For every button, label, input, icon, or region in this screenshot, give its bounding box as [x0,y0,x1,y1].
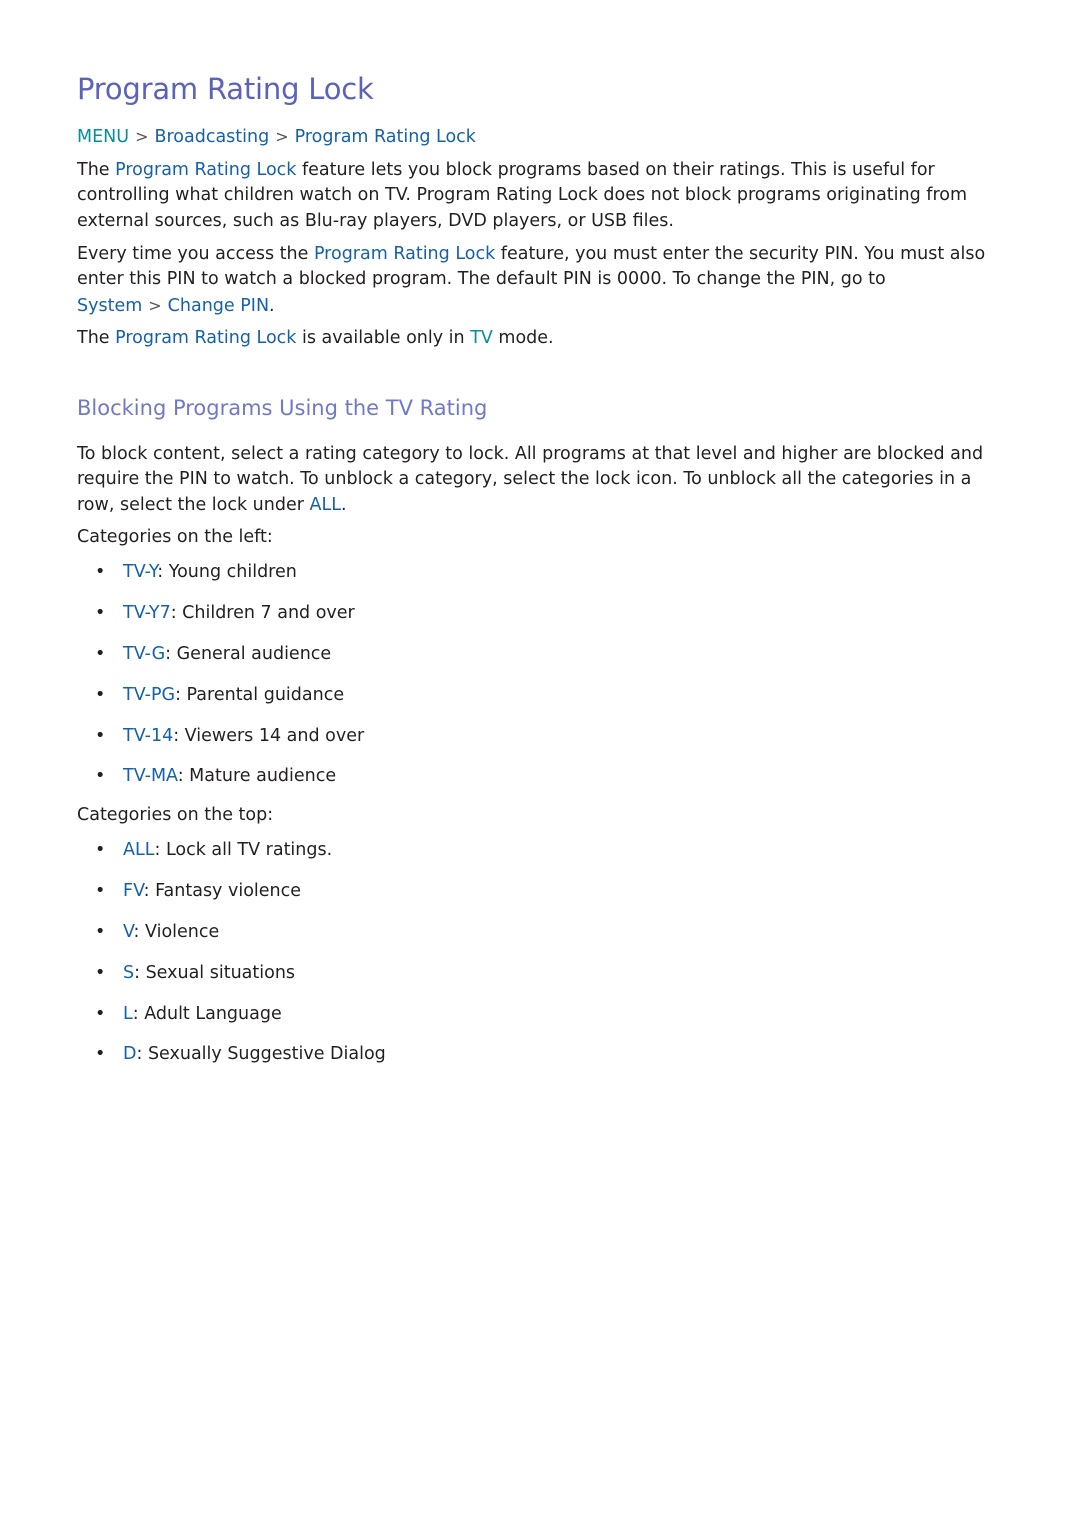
section-heading: Blocking Programs Using the TV Rating [77,396,488,420]
chevron-right-icon: > [148,295,162,315]
bullet-icon: • [95,962,106,983]
top-categories-list: • ALL: Lock all TV ratings. • FV: Fantasy v… [77,839,386,1084]
text: The [77,328,116,348]
list-item: • ALL: Lock all TV ratings. [77,839,386,880]
list-item: • D: Sexually Suggestive Dialog [77,1043,386,1084]
list-item: • L: Adult Language [77,1003,386,1044]
bullet-icon: • [95,643,106,664]
rating-code: TV-Y7 [123,602,171,623]
text: mode. [492,328,554,348]
bullet-icon: • [95,921,106,942]
rating-code: TV-14 [123,725,174,746]
tv-link[interactable]: TV [470,328,493,348]
change-pin-link[interactable]: Change PIN [168,296,269,316]
intro-paragraph-2: Every time you access the Program Rating… [77,242,1007,319]
chevron-right-icon: > [275,127,289,146]
bullet-icon: • [95,1003,106,1024]
bullet-icon: • [95,562,106,582]
top-categories-label: Categories on the top: [77,805,274,825]
intro-paragraph-1: The Program Rating Lock feature lets you… [77,158,1007,234]
rating-code: TV-G [123,643,166,664]
bullet-icon: • [95,684,106,705]
rating-code: D [123,1044,137,1065]
text: To block content, select a rating catego… [77,444,984,515]
list-item: • TV-14: Viewers 14 and over [77,725,364,766]
bullet-icon: • [95,1044,106,1065]
rating-code: FV [123,880,144,901]
rating-description: : Sexual situations [134,962,296,983]
text: . [269,295,275,316]
rating-description: : Parental guidance [175,684,345,705]
text: is available only in [296,328,471,348]
list-item: • TV-Y: Young children [77,561,364,602]
rating-description: : Children 7 and over [170,602,355,623]
bullet-icon: • [95,602,106,623]
bullet-icon: • [95,880,106,901]
left-categories-label: Categories on the left: [77,527,273,547]
rating-description: : Violence [133,921,220,942]
rating-code: L [123,1003,133,1024]
rating-code: TV-Y [123,562,158,582]
section-paragraph: To block content, select a rating catego… [77,442,1007,518]
list-item: • TV-Y7: Children 7 and over [77,602,364,643]
list-item: • TV-MA: Mature audience [77,765,364,806]
text: Every time you access the [77,244,314,264]
bullet-icon: • [95,766,106,787]
left-categories-list: • TV-Y: Young children • TV-Y7: Children 7 … [77,561,364,806]
text: . [340,494,347,515]
all-link[interactable]: ALL [310,495,341,515]
program-rating-lock-link[interactable]: Program Rating Lock [115,328,296,348]
bullet-icon: • [95,725,106,746]
list-item: • S: Sexual situations [77,962,386,1003]
rating-description: : Mature audience [177,766,337,787]
list-item: • TV-PG: Parental guidance [77,684,364,725]
list-item: • V: Violence [77,921,386,962]
rating-code: TV-PG [123,684,176,705]
rating-code: S [123,962,135,983]
breadcrumb-broadcasting[interactable]: Broadcasting [154,127,269,147]
intro-paragraph-3: The Program Rating Lock is available onl… [77,326,1007,351]
chevron-right-icon: > [135,127,149,146]
rating-description: : Lock all TV ratings. [154,840,333,860]
rating-code: ALL [123,840,155,860]
page-title: Program Rating Lock [77,72,374,106]
list-item: • FV: Fantasy violence [77,880,386,921]
rating-description: : Fantasy violence [143,880,302,901]
system-link[interactable]: System [77,296,142,316]
rating-description: : Adult Language [132,1003,282,1024]
rating-code: V [123,921,134,942]
rating-description: : General audience [165,643,332,664]
text: The [77,160,116,180]
breadcrumb: MENU > Broadcasting > Program Rating Lock [77,127,476,147]
rating-code: TV-MA [123,766,178,787]
breadcrumb-menu[interactable]: MENU [77,127,129,147]
rating-description: : Viewers 14 and over [173,725,365,746]
rating-description: : Sexually Suggestive Dialog [136,1044,386,1065]
program-rating-lock-link[interactable]: Program Rating Lock [314,244,495,264]
program-rating-lock-link[interactable]: Program Rating Lock [115,160,296,180]
rating-description: : Young children [157,562,297,582]
bullet-icon: • [95,840,106,860]
breadcrumb-program-rating-lock[interactable]: Program Rating Lock [295,127,476,147]
list-item: • TV-G: General audience [77,643,364,684]
